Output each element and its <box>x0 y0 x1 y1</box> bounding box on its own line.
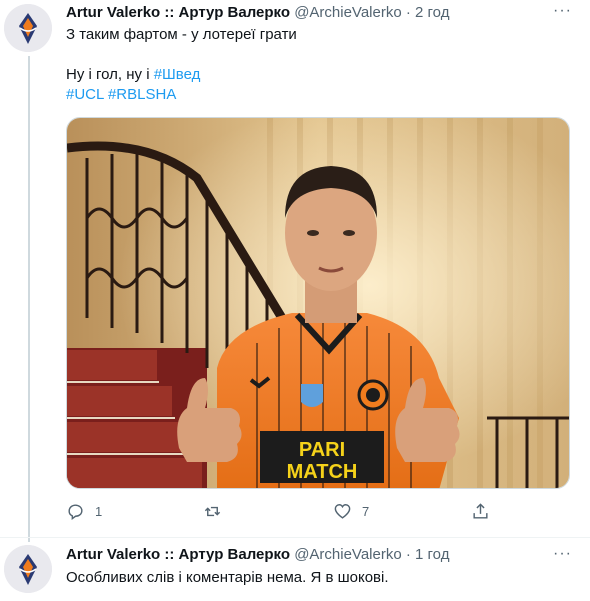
retweet-button[interactable] <box>203 502 232 521</box>
avatar[interactable] <box>4 545 52 593</box>
like-button[interactable]: 7 <box>333 502 369 521</box>
reply-icon <box>68 504 83 521</box>
heart-icon <box>334 504 351 519</box>
share-button[interactable] <box>471 502 490 521</box>
tweet-media-photo[interactable]: PARI MATCH <box>66 117 570 489</box>
sponsor-text: PARI <box>299 439 345 461</box>
more-icon[interactable]: ··· <box>553 2 572 20</box>
svg-text:MATCH: MATCH <box>287 461 358 483</box>
tweet-header: Artur Valerko :: Артур Валерко @ArchieVa… <box>66 545 449 565</box>
display-name[interactable]: Artur Valerko :: Артур Валерко <box>66 4 290 21</box>
tweet-divider <box>0 537 590 538</box>
reply-button[interactable]: 1 <box>66 502 102 521</box>
like-count: 7 <box>362 504 370 519</box>
tweet-text-line-3: #UCL #RBLSHA <box>66 85 176 105</box>
more-icon[interactable]: ··· <box>553 545 572 563</box>
photo-footballer: PARI MATCH <box>67 118 569 488</box>
tweet-actions: 1 7 <box>66 502 488 526</box>
tweet-text-line-1: З таким фартом - у лотереї грати <box>66 26 297 43</box>
user-handle[interactable]: @ArchieValerko <box>294 4 402 21</box>
retweet-icon <box>204 506 221 517</box>
reply-count: 1 <box>95 504 103 519</box>
timestamp[interactable]: 1 год <box>415 546 449 563</box>
share-icon <box>473 503 488 519</box>
user-handle[interactable]: @ArchieValerko <box>294 546 402 563</box>
separator-dot: · <box>405 546 411 563</box>
tweet-header: Artur Valerko :: Артур Валерко @ArchieVa… <box>66 3 449 23</box>
separator-dot: · <box>405 4 411 21</box>
thread-line <box>28 56 30 542</box>
timestamp[interactable]: 2 год <box>415 4 449 21</box>
hashtag-shved[interactable]: #Швед <box>154 66 201 83</box>
tweet-text-prefix: Ну і гол, ну і <box>66 66 154 83</box>
tweet-text-line-2: Ну і гол, ну і #Швед <box>66 65 200 85</box>
display-name[interactable]: Artur Valerko :: Артур Валерко <box>66 546 290 563</box>
tweet-text-line-1: Особливих слів і коментарів нема. Я в шо… <box>66 569 389 586</box>
avatar[interactable] <box>4 4 52 52</box>
hashtag-ucl[interactable]: #UCL <box>66 86 104 103</box>
avatar-logo-icon <box>4 4 52 52</box>
avatar-logo-icon <box>4 545 52 593</box>
hashtag-rblsha[interactable]: #RBLSHA <box>108 86 176 103</box>
